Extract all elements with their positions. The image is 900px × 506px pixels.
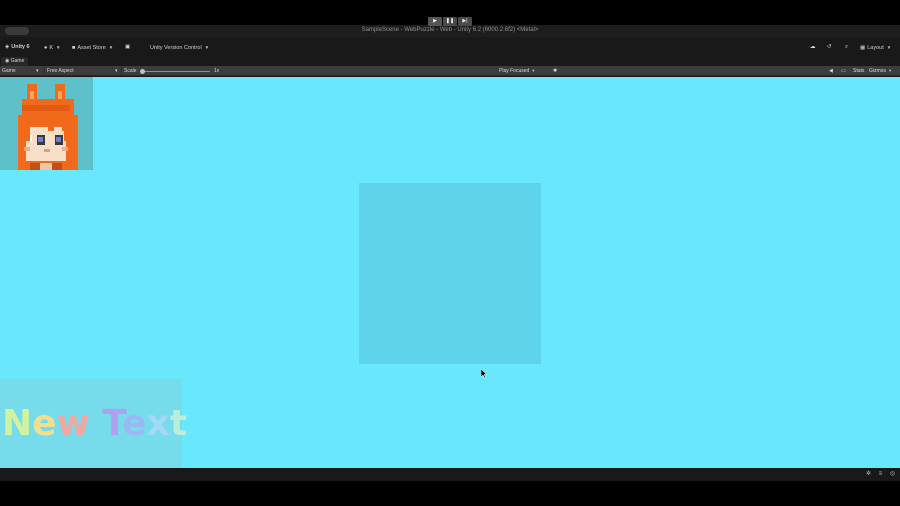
scale-slider[interactable] bbox=[142, 71, 210, 72]
fox-pixel-art bbox=[0, 77, 93, 170]
cloud-icon: ☁ bbox=[810, 44, 816, 50]
tab-bar: ◉ Game bbox=[0, 57, 900, 66]
bug-icon: ✱ bbox=[553, 68, 558, 74]
scale-label: Scale bbox=[124, 68, 137, 74]
text-glyph: T bbox=[102, 403, 123, 444]
store-icon: ■ bbox=[72, 45, 76, 51]
game-view-toolbar: Game ▾ Free Aspect ▾ Scale 1x Play Focus… bbox=[0, 66, 900, 76]
step-icon: ▶| bbox=[462, 18, 468, 24]
gizmos-button[interactable]: Gizmos ▾ bbox=[869, 67, 891, 75]
unity-logo-icon: ◈ bbox=[5, 44, 10, 50]
text-glyph: e bbox=[122, 403, 147, 444]
search-icon: ⌕ bbox=[845, 44, 849, 50]
pause-button[interactable]: ❚❚ bbox=[443, 17, 457, 26]
settings-icon[interactable]: ◎ bbox=[889, 471, 896, 478]
step-button[interactable]: ▶| bbox=[458, 17, 472, 26]
tab-game[interactable]: ◉ Game bbox=[1, 57, 29, 66]
text-glyph bbox=[90, 403, 103, 444]
text-glyph: w bbox=[56, 403, 90, 444]
account-icon: ● bbox=[44, 45, 48, 51]
play-controls: ▶ ❚❚ ▶| bbox=[428, 17, 472, 26]
chevron-down-icon: ▼ bbox=[886, 45, 892, 50]
layout-icon: ▦ bbox=[860, 45, 866, 51]
scale-slider-handle[interactable] bbox=[140, 69, 145, 74]
play-icon: ▶ bbox=[433, 18, 437, 24]
bug-icon[interactable]: ✲ bbox=[865, 471, 872, 478]
game-view[interactable]: New Text bbox=[0, 77, 900, 468]
chevron-down-icon: ▾ bbox=[36, 68, 39, 74]
screen-icon: ▭ bbox=[841, 68, 846, 74]
chevron-down-icon: ▼ bbox=[204, 45, 210, 50]
title-bar: SampleScene - WebPuzzle - Web - Unity 6.… bbox=[0, 25, 900, 37]
version-control-button[interactable]: Unity Version Control ▼ bbox=[150, 43, 209, 52]
fox-character-sprite bbox=[0, 77, 93, 170]
cloud-button[interactable]: ☁ bbox=[810, 43, 818, 52]
ui-panel bbox=[359, 183, 541, 364]
search-button[interactable]: ⌕ bbox=[845, 43, 850, 52]
play-mode-select[interactable]: Play Focused ▾ bbox=[499, 67, 535, 75]
screen-button[interactable]: ▭ bbox=[841, 67, 846, 75]
status-bar: ✲ ≡ ◎ bbox=[0, 468, 900, 481]
main-toolbar: ◈ Unity 6 ● K ▼ ■ Asset Store ▼ ▣ Unity Versi… bbox=[0, 37, 900, 57]
package-button[interactable]: ▣ bbox=[125, 43, 132, 52]
text-glyph: x bbox=[146, 403, 170, 444]
chevron-down-icon: ▼ bbox=[108, 45, 114, 50]
history-button[interactable]: ↺ bbox=[827, 43, 834, 52]
display-dropdown-caret[interactable]: ▾ bbox=[36, 67, 39, 75]
text-object: New Text bbox=[0, 379, 187, 468]
recorder-button[interactable]: ✱ bbox=[553, 67, 557, 75]
chevron-down-icon: ▾ bbox=[115, 68, 118, 74]
divider bbox=[121, 67, 122, 75]
display-select[interactable]: Game bbox=[2, 67, 16, 75]
aspect-select[interactable]: Free Aspect bbox=[47, 67, 74, 75]
text-glyph: t bbox=[169, 403, 188, 444]
chevron-down-icon: ▾ bbox=[532, 68, 535, 73]
mute-audio-button[interactable]: ◀ bbox=[829, 67, 833, 75]
asset-store-button[interactable]: ■ Asset Store ▼ bbox=[72, 43, 113, 52]
mouse-cursor-icon bbox=[481, 369, 487, 378]
window-title: SampleScene - WebPuzzle - Web - Unity 6.… bbox=[361, 27, 539, 33]
speaker-icon: ◀ bbox=[829, 68, 833, 74]
text-glyph: e bbox=[32, 403, 57, 444]
scale-value: 1x bbox=[214, 68, 220, 74]
chevron-down-icon: ▾ bbox=[888, 68, 892, 73]
layout-button[interactable]: ▦ Layout ▼ bbox=[860, 43, 891, 52]
layers-icon[interactable]: ≡ bbox=[877, 471, 884, 478]
account-button[interactable]: ● K ▼ bbox=[44, 43, 60, 52]
new-text-label: New Text bbox=[2, 403, 187, 444]
stats-button[interactable]: Stats bbox=[853, 67, 864, 75]
divider bbox=[44, 67, 45, 75]
history-icon: ↺ bbox=[827, 44, 832, 50]
chevron-down-icon: ▼ bbox=[56, 45, 61, 50]
unity-menu-button[interactable]: ◈ Unity 6 bbox=[5, 43, 30, 52]
text-glyph: N bbox=[2, 403, 33, 444]
play-button[interactable]: ▶ bbox=[428, 17, 442, 26]
package-icon: ▣ bbox=[125, 44, 131, 50]
aspect-dropdown-caret[interactable]: ▾ bbox=[115, 67, 118, 75]
pause-icon: ❚❚ bbox=[445, 18, 455, 24]
